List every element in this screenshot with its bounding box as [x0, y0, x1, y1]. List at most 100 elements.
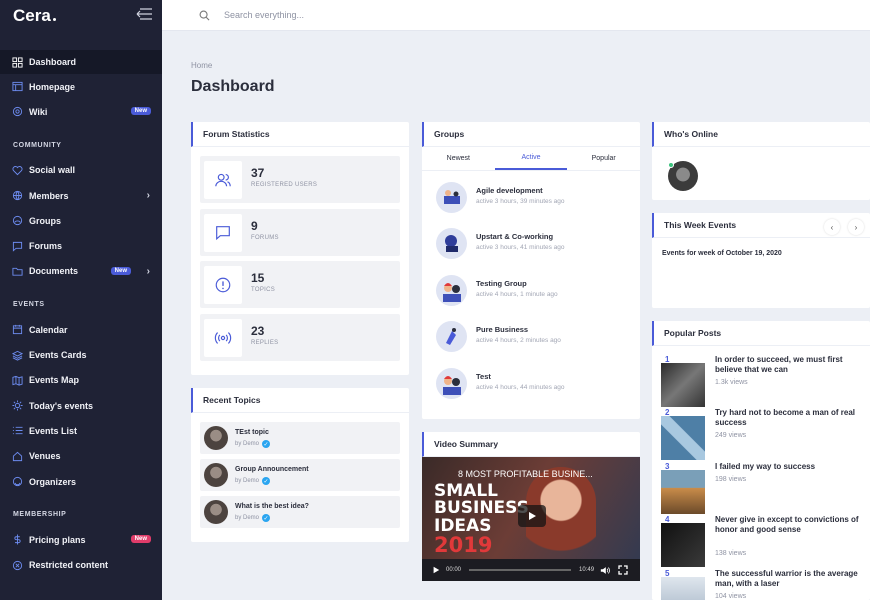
sidebar-item-forums[interactable]: Forums: [0, 233, 162, 258]
new-badge: New: [110, 266, 131, 275]
sidebar-item-events-list[interactable]: Events List: [0, 418, 162, 443]
tab-popular[interactable]: Popular: [567, 147, 640, 170]
sidebar-item-social-wall[interactable]: Social wall: [0, 158, 162, 183]
list-item[interactable]: Group Announcement by Demo ✓: [200, 459, 400, 491]
section-title-events: EVENTS: [13, 301, 45, 309]
avatar[interactable]: [204, 463, 228, 487]
group-name[interactable]: Agile development: [476, 186, 543, 195]
list-item[interactable]: TEst topic by Demo ✓: [200, 422, 400, 454]
fullscreen-icon[interactable]: [618, 565, 628, 575]
list-item[interactable]: 5 The successful warrior is the average …: [661, 569, 870, 600]
topic-author: by Demo ✓: [235, 514, 271, 522]
topic-title[interactable]: Group Announcement: [235, 466, 309, 473]
list-item[interactable]: Testing Group active 4 hours, 1 minute a…: [436, 273, 636, 309]
group-name[interactable]: Pure Business: [476, 325, 528, 334]
topic-title[interactable]: TEst topic: [235, 429, 269, 436]
post-rank: 2: [665, 408, 670, 417]
list-item[interactable]: Upstart & Co-working active 3 hours, 41 …: [436, 226, 636, 262]
sidebar-item-pricing-plans[interactable]: Pricing plans New: [0, 527, 162, 552]
post-views: 138 views: [715, 550, 747, 557]
chat-icon: [204, 214, 242, 252]
group-avatar[interactable]: [436, 228, 467, 259]
verified-icon: ✓: [262, 440, 271, 448]
chevron-right-icon[interactable]: ›: [147, 190, 150, 201]
post-rank: 3: [665, 462, 670, 471]
post-thumbnail[interactable]: [661, 523, 705, 567]
play-icon[interactable]: [432, 566, 440, 574]
prev-week-button[interactable]: ‹: [824, 219, 840, 235]
list-item[interactable]: 2 Try hard not to become a man of real s…: [661, 408, 870, 460]
post-title[interactable]: I failed my way to success: [715, 462, 865, 472]
thumb-year: 2019: [434, 532, 493, 557]
brand[interactable]: Cera: [0, 0, 162, 31]
sidebar-item-members[interactable]: Members ›: [0, 183, 162, 208]
dollar-icon: [12, 534, 23, 545]
verified-icon: ✓: [262, 514, 271, 522]
seek-bar[interactable]: [469, 569, 572, 571]
list-item[interactable]: Agile development active 3 hours, 39 min…: [436, 180, 636, 216]
author-text[interactable]: by Demo: [235, 515, 259, 521]
breadcrumb[interactable]: Home: [191, 61, 212, 70]
browser-icon: [12, 81, 23, 92]
post-views: 1.3k views: [715, 379, 748, 386]
group-name[interactable]: Upstart & Co-working: [476, 232, 553, 241]
sidebar-item-events-cards[interactable]: Events Cards: [0, 342, 162, 367]
post-title[interactable]: The successful warrior is the average ma…: [715, 569, 865, 590]
duration: 10:49: [579, 567, 595, 573]
list-item[interactable]: 4 Never give in except to convictions of…: [661, 515, 870, 567]
group-avatar[interactable]: [436, 275, 467, 306]
chevron-left-icon: ‹: [830, 222, 834, 232]
video-player[interactable]: 8 MOST PROFITABLE BUSINE... SMALL BUSINE…: [422, 457, 640, 581]
chevron-right-icon[interactable]: ›: [147, 266, 150, 277]
play-button[interactable]: [518, 505, 546, 527]
sidebar-item-homepage[interactable]: Homepage: [0, 74, 162, 99]
video-summary-card: Video Summary 8 MOST PROFITABLE BUSINE..…: [422, 432, 640, 581]
list-item[interactable]: Pure Business active 4 hours, 2 minutes …: [436, 319, 636, 355]
avatar[interactable]: [204, 426, 228, 450]
post-thumbnail[interactable]: [661, 363, 705, 407]
sidebar-item-label: Today's events: [29, 400, 93, 411]
sidebar-item-dashboard[interactable]: Dashboard: [0, 50, 162, 74]
post-thumbnail[interactable]: [661, 577, 705, 600]
group-name[interactable]: Testing Group: [476, 279, 527, 288]
post-title[interactable]: Try hard not to become a man of real suc…: [715, 408, 865, 429]
group-activity: active 4 hours, 44 minutes ago: [476, 384, 565, 391]
sidebar-item-restricted-content[interactable]: Restricted content: [0, 552, 162, 577]
post-thumbnail[interactable]: [661, 416, 705, 460]
post-title[interactable]: In order to succeed, we must first belie…: [715, 355, 865, 376]
author-text[interactable]: by Demo: [235, 478, 259, 484]
list-item[interactable]: Test active 4 hours, 44 minutes ago: [436, 366, 636, 402]
sidebar-item-wiki[interactable]: Wiki New: [0, 99, 162, 124]
search-input[interactable]: [224, 10, 524, 20]
group-avatar[interactable]: [436, 182, 467, 213]
sidebar-item-venues[interactable]: Venues: [0, 444, 162, 469]
tab-newest[interactable]: Newest: [422, 147, 495, 170]
avatar[interactable]: [204, 500, 228, 524]
tab-active[interactable]: Active: [494, 147, 568, 170]
group-avatar[interactable]: [436, 321, 467, 352]
group-avatar[interactable]: [436, 368, 467, 399]
sidebar-item-label: Calendar: [29, 324, 68, 335]
sidebar-item-label: Forums: [29, 241, 63, 252]
post-title[interactable]: Never give in except to convictions of h…: [715, 515, 865, 536]
video-title[interactable]: 8 MOST PROFITABLE BUSINE...: [458, 469, 593, 479]
group-name[interactable]: Test: [476, 372, 491, 381]
topic-title[interactable]: What is the best idea?: [235, 503, 309, 510]
globe-icon: [12, 190, 23, 201]
broadcast-icon: [204, 319, 242, 357]
sidebar-item-label: Documents: [29, 266, 79, 277]
sidebar-item-groups[interactable]: Groups: [0, 208, 162, 233]
next-week-button[interactable]: ›: [848, 219, 864, 235]
sidebar-item-documents[interactable]: Documents New ›: [0, 259, 162, 284]
collapse-menu-icon[interactable]: [136, 8, 152, 20]
sidebar-item-calendar[interactable]: Calendar: [0, 317, 162, 342]
post-thumbnail[interactable]: [661, 470, 705, 514]
volume-icon[interactable]: [600, 566, 610, 575]
list-item[interactable]: What is the best idea? by Demo ✓: [200, 496, 400, 528]
list-item[interactable]: 1 In order to succeed, we must first bel…: [661, 355, 870, 407]
sidebar-item-events-map[interactable]: Events Map: [0, 368, 162, 393]
list-item[interactable]: 3 I failed my way to success 198 views: [661, 462, 870, 514]
sidebar-item-organizers[interactable]: Organizers: [0, 469, 162, 494]
author-text[interactable]: by Demo: [235, 441, 259, 447]
sidebar-item-todays-events[interactable]: Today's events: [0, 393, 162, 418]
